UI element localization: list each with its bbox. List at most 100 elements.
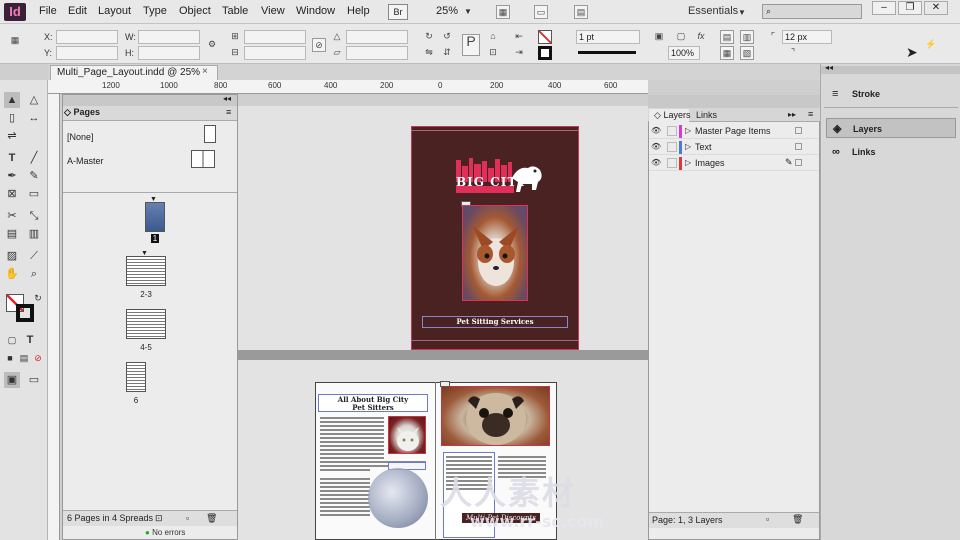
dock-layers[interactable]: ◈ Layers — [826, 118, 956, 138]
master-none[interactable]: [None] — [67, 132, 94, 142]
new-layer-icon[interactable]: ▫ — [766, 514, 769, 524]
new-page-icon[interactable]: ▫ — [186, 513, 189, 523]
x-field[interactable] — [56, 30, 118, 44]
rotate-cw-icon[interactable]: ↻ — [422, 30, 436, 44]
scale-y-field[interactable] — [244, 46, 306, 60]
restore-button[interactable]: ❐ — [898, 1, 922, 15]
eye-icon[interactable]: 👁 — [651, 127, 661, 135]
arrange-documents-icon[interactable]: ▤ — [574, 5, 588, 19]
collapse-panel-icon[interactable]: ◂◂ — [223, 94, 231, 103]
menu-view[interactable]: View — [261, 5, 285, 17]
master-a-thumbnail[interactable] — [191, 150, 215, 168]
shear-field[interactable] — [346, 46, 408, 60]
constrain-proportions-icon[interactable]: ⚙ — [205, 38, 219, 52]
preflight-status[interactable]: ● No errors — [145, 528, 285, 540]
formatting-text-icon[interactable]: T — [22, 332, 38, 348]
eye-icon[interactable]: 👁 — [651, 143, 661, 151]
menu-object[interactable]: Object — [179, 5, 211, 17]
expand-dock-icon[interactable]: ◂◂ — [825, 63, 833, 72]
tab-links[interactable]: Links — [696, 110, 717, 120]
eyedropper-tool-icon[interactable]: ⟋ — [26, 248, 42, 264]
drop-shadow-icon[interactable]: ▣ — [652, 30, 666, 44]
constrain-scale-icon[interactable]: ⊘ — [312, 38, 326, 52]
layers-panel-grip[interactable] — [648, 95, 820, 108]
article-title-frame[interactable]: All About Big City Pet Sitters — [318, 394, 428, 412]
align-left-icon[interactable]: ▤ — [720, 30, 734, 44]
menu-type[interactable]: Type — [143, 5, 167, 17]
formatting-container-icon[interactable]: ▢ — [4, 332, 20, 348]
menu-edit[interactable]: Edit — [68, 5, 87, 17]
w-field[interactable] — [138, 30, 200, 44]
layer-select-square[interactable] — [795, 143, 802, 150]
select-content-icon[interactable]: ⊡ — [486, 46, 500, 60]
workspace-dropdown-icon[interactable]: ▼ — [738, 8, 746, 17]
page-thumbnail-6[interactable] — [126, 362, 146, 392]
hand-tool-icon[interactable]: ✋ — [4, 266, 20, 282]
dock-grip[interactable]: ◂◂ — [821, 63, 960, 74]
note-tool-icon[interactable]: ▨ — [4, 248, 20, 264]
stroke-weight-field[interactable]: 1 pt — [576, 30, 640, 44]
menu-help[interactable]: Help — [347, 5, 370, 17]
view-options-icon[interactable]: ▦ — [496, 5, 510, 19]
rotate-ccw-icon[interactable]: ↺ — [440, 30, 454, 44]
screen-mode-icon[interactable]: ▭ — [534, 5, 548, 19]
direct-selection-tool-icon[interactable]: △ — [26, 92, 42, 108]
layer-row[interactable]: 👁 ▷ Master Page Items — [649, 124, 819, 139]
preview-view-icon[interactable]: ▭ — [26, 372, 42, 388]
scissors-tool-icon[interactable]: ✂ — [4, 208, 20, 224]
distribute-left-icon[interactable]: ▦ — [720, 46, 734, 60]
pages-tab[interactable]: ◇ Pages — [64, 107, 104, 121]
menu-table[interactable]: Table — [222, 5, 248, 17]
rectangle-frame-tool-icon[interactable]: ⊠ — [4, 186, 20, 202]
distribute-center-icon[interactable]: ▧ — [740, 46, 754, 60]
lightning-icon[interactable]: ⚡ — [924, 38, 938, 52]
help-search-input[interactable]: ⌕ — [762, 4, 862, 19]
master-none-thumbnail[interactable] — [204, 125, 216, 143]
pug-photo[interactable] — [441, 386, 550, 446]
layer-select-square[interactable] — [795, 159, 802, 166]
panel-menu-icon[interactable]: ≡ — [808, 109, 813, 119]
zoom-dropdown-icon[interactable]: ▼ — [464, 7, 472, 16]
opacity-field[interactable]: 100% — [668, 46, 700, 60]
fill-swatch[interactable] — [538, 30, 552, 44]
pen-tool-icon[interactable]: ✒ — [4, 168, 20, 184]
effects-icon[interactable]: ▢ — [674, 30, 688, 44]
free-transform-tool-icon[interactable]: ⤡ — [26, 208, 42, 224]
lock-toggle[interactable] — [667, 158, 677, 168]
bridge-button[interactable]: Br — [388, 4, 408, 20]
horizontal-ruler[interactable]: 1200 1000 800 600 400 200 0 200 400 600 — [48, 80, 648, 94]
reference-point-icon[interactable]: ▦ — [8, 34, 22, 48]
frame-link-icon[interactable] — [440, 381, 450, 387]
dock-links[interactable]: ∞ Links — [826, 142, 956, 162]
stroke-type-preview[interactable] — [578, 51, 636, 54]
pages-panel-grip[interactable]: ◂◂ — [63, 94, 237, 106]
gradient-feather-tool-icon[interactable]: ▥ — [26, 226, 42, 242]
page-tool-icon[interactable]: ▯ — [4, 110, 20, 126]
menu-layout[interactable]: Layout — [98, 5, 131, 17]
stroke-swatch[interactable] — [538, 46, 552, 60]
swap-fill-stroke-icon[interactable]: ↻ — [30, 290, 46, 306]
expand-triangle-icon[interactable]: ▷ — [685, 142, 691, 151]
close-window-button[interactable]: ✕ — [924, 1, 948, 15]
corner-shape-icon[interactable]: ⌝ — [786, 46, 800, 60]
h-field[interactable] — [138, 46, 200, 60]
master-a[interactable]: A-Master — [67, 156, 104, 166]
type-tool-icon[interactable]: T — [4, 150, 20, 166]
menu-file[interactable]: File — [39, 5, 57, 17]
expand-triangle-icon[interactable]: ▷ — [685, 158, 691, 167]
corner-size-field[interactable]: 12 px — [782, 30, 832, 44]
selection-tool-icon[interactable]: ▲ — [4, 92, 20, 108]
spread-thumbnail-4-5[interactable] — [126, 309, 166, 339]
flip-vertical-icon[interactable]: ⇵ — [440, 46, 454, 60]
apply-none-icon[interactable]: ⊘ — [30, 350, 46, 366]
pencil-tool-icon[interactable]: ✎ — [26, 168, 42, 184]
select-next-icon[interactable]: ⇥ — [512, 46, 526, 60]
line-tool-icon[interactable]: ╱ — [26, 150, 42, 166]
dog-photo[interactable] — [462, 205, 528, 301]
cover-caption[interactable]: Pet Sitting Services — [422, 316, 568, 328]
layer-row[interactable]: 👁 ▷ Text — [649, 140, 819, 155]
gap-tool-icon[interactable]: ↔ — [26, 110, 42, 126]
zoom-tool-icon[interactable]: ⌕ — [26, 266, 42, 282]
rectangle-tool-icon[interactable]: ▭ — [26, 186, 42, 202]
eye-icon[interactable]: 👁 — [651, 159, 661, 167]
